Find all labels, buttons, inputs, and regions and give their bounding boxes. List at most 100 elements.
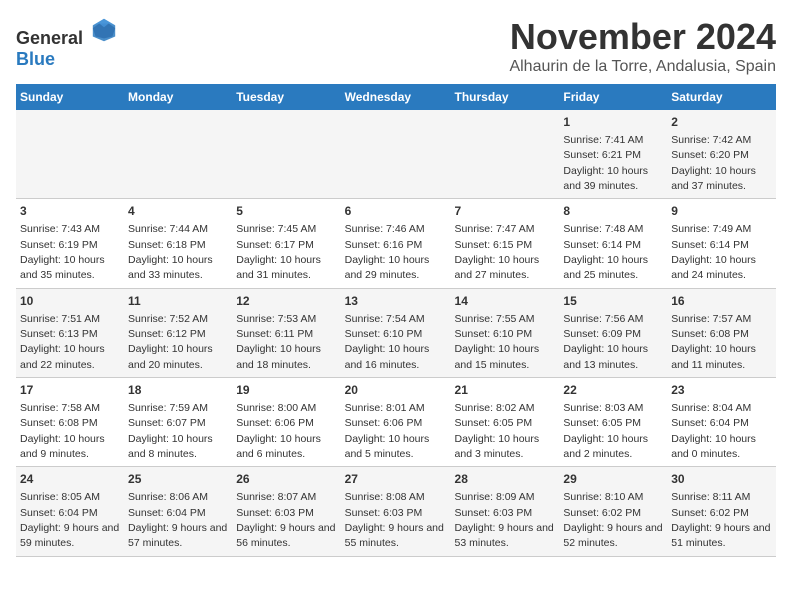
day-number: 3 bbox=[20, 203, 120, 220]
day-cell: 5 Sunrise: 7:45 AM Sunset: 6:17 PM Daylig… bbox=[232, 199, 340, 288]
day-number: 2 bbox=[671, 114, 772, 131]
day-number: 1 bbox=[563, 114, 663, 131]
day-info: Sunrise: 8:07 AM Sunset: 6:03 PM Dayligh… bbox=[236, 491, 335, 549]
day-info: Sunrise: 7:48 AM Sunset: 6:14 PM Dayligh… bbox=[563, 223, 648, 281]
day-cell: 7Sunrise: 7:47 AM Sunset: 6:15 PM Daylig… bbox=[451, 199, 560, 288]
day-info: Sunrise: 8:09 AM Sunset: 6:03 PM Dayligh… bbox=[455, 491, 554, 549]
day-number: 21 bbox=[455, 382, 556, 399]
day-cell: 22 Sunrise: 8:03 AM Sunset: 6:05 PM Dayli… bbox=[559, 378, 667, 467]
day-cell: 23 Sunrise: 8:04 AM Sunset: 6:04 PM Dayli… bbox=[667, 378, 776, 467]
header: General Blue November 2024 Alhaurin de l… bbox=[16, 16, 776, 76]
day-info: Sunrise: 7:55 AM Sunset: 6:10 PM Dayligh… bbox=[455, 313, 540, 371]
day-number: 13 bbox=[345, 293, 447, 310]
day-info: Sunrise: 8:10 AM Sunset: 6:02 PM Dayligh… bbox=[563, 491, 662, 549]
day-number: 5 bbox=[236, 203, 336, 220]
week-row-4: 17 Sunrise: 7:58 AM Sunset: 6:08 PM Dayli… bbox=[16, 378, 776, 467]
day-number: 24 bbox=[20, 471, 120, 488]
logo-blue: Blue bbox=[16, 49, 55, 69]
week-row-1: 1 Sunrise: 7:41 AM Sunset: 6:21 PM Daylig… bbox=[16, 110, 776, 199]
day-number: 30 bbox=[671, 471, 772, 488]
day-cell: 10 Sunrise: 7:51 AM Sunset: 6:13 PM Dayli… bbox=[16, 288, 124, 377]
day-cell: 26 Sunrise: 8:07 AM Sunset: 6:03 PM Dayli… bbox=[232, 467, 340, 556]
day-info: Sunrise: 7:41 AM Sunset: 6:21 PM Dayligh… bbox=[563, 134, 648, 192]
day-cell: 13 Sunrise: 7:54 AM Sunset: 6:10 PM Dayli… bbox=[341, 288, 451, 377]
col-header-tuesday: Tuesday bbox=[232, 84, 340, 110]
day-number: 6 bbox=[345, 203, 447, 220]
day-cell bbox=[341, 110, 451, 199]
day-number: 19 bbox=[236, 382, 336, 399]
day-info: Sunrise: 7:45 AM Sunset: 6:17 PM Dayligh… bbox=[236, 223, 321, 281]
logo-icon bbox=[90, 16, 118, 44]
day-info: Sunrise: 7:58 AM Sunset: 6:08 PM Dayligh… bbox=[20, 402, 105, 460]
day-number: 23 bbox=[671, 382, 772, 399]
day-info: Sunrise: 7:54 AM Sunset: 6:10 PM Dayligh… bbox=[345, 313, 430, 371]
day-cell: 30 Sunrise: 8:11 AM Sunset: 6:02 PM Dayli… bbox=[667, 467, 776, 556]
day-cell: 1 Sunrise: 7:41 AM Sunset: 6:21 PM Daylig… bbox=[559, 110, 667, 199]
day-info: Sunrise: 8:02 AM Sunset: 6:05 PM Dayligh… bbox=[455, 402, 540, 460]
day-number: 22 bbox=[563, 382, 663, 399]
col-header-saturday: Saturday bbox=[667, 84, 776, 110]
day-info: Sunrise: 7:47 AM Sunset: 6:15 PM Dayligh… bbox=[455, 223, 540, 281]
day-number: 20 bbox=[345, 382, 447, 399]
day-info: Sunrise: 8:05 AM Sunset: 6:04 PM Dayligh… bbox=[20, 491, 119, 549]
day-cell: 15Sunrise: 7:56 AM Sunset: 6:09 PM Dayli… bbox=[559, 288, 667, 377]
day-number: 26 bbox=[236, 471, 336, 488]
day-info: Sunrise: 7:53 AM Sunset: 6:11 PM Dayligh… bbox=[236, 313, 321, 371]
day-number: 18 bbox=[128, 382, 228, 399]
day-info: Sunrise: 7:49 AM Sunset: 6:14 PM Dayligh… bbox=[671, 223, 756, 281]
day-number: 14 bbox=[455, 293, 556, 310]
day-number: 16 bbox=[671, 293, 772, 310]
day-number: 27 bbox=[345, 471, 447, 488]
day-number: 8 bbox=[563, 203, 663, 220]
location-title: Alhaurin de la Torre, Andalusia, Spain bbox=[509, 58, 776, 76]
day-info: Sunrise: 7:52 AM Sunset: 6:12 PM Dayligh… bbox=[128, 313, 213, 371]
logo-general: General bbox=[16, 28, 83, 48]
col-header-sunday: Sunday bbox=[16, 84, 124, 110]
title-area: November 2024 Alhaurin de la Torre, Anda… bbox=[509, 16, 776, 76]
col-header-thursday: Thursday bbox=[451, 84, 560, 110]
day-cell: 18Sunrise: 7:59 AM Sunset: 6:07 PM Dayli… bbox=[124, 378, 232, 467]
calendar-table: SundayMondayTuesdayWednesdayThursdayFrid… bbox=[16, 84, 776, 557]
day-info: Sunrise: 8:01 AM Sunset: 6:06 PM Dayligh… bbox=[345, 402, 430, 460]
day-cell: 25Sunrise: 8:06 AM Sunset: 6:04 PM Dayli… bbox=[124, 467, 232, 556]
day-number: 17 bbox=[20, 382, 120, 399]
day-number: 25 bbox=[128, 471, 228, 488]
week-row-3: 10 Sunrise: 7:51 AM Sunset: 6:13 PM Dayli… bbox=[16, 288, 776, 377]
col-header-monday: Monday bbox=[124, 84, 232, 110]
day-cell bbox=[16, 110, 124, 199]
day-number: 28 bbox=[455, 471, 556, 488]
day-cell bbox=[124, 110, 232, 199]
day-cell: 28 Sunrise: 8:09 AM Sunset: 6:03 PM Dayli… bbox=[451, 467, 560, 556]
day-info: Sunrise: 7:56 AM Sunset: 6:09 PM Dayligh… bbox=[563, 313, 648, 371]
day-info: Sunrise: 8:03 AM Sunset: 6:05 PM Dayligh… bbox=[563, 402, 648, 460]
day-info: Sunrise: 7:46 AM Sunset: 6:16 PM Dayligh… bbox=[345, 223, 430, 281]
day-cell: 16 Sunrise: 7:57 AM Sunset: 6:08 PM Dayli… bbox=[667, 288, 776, 377]
day-cell: 2 Sunrise: 7:42 AM Sunset: 6:20 PM Daylig… bbox=[667, 110, 776, 199]
day-info: Sunrise: 8:11 AM Sunset: 6:02 PM Dayligh… bbox=[671, 491, 770, 549]
col-header-friday: Friday bbox=[559, 84, 667, 110]
day-cell: 20 Sunrise: 8:01 AM Sunset: 6:06 PM Dayli… bbox=[341, 378, 451, 467]
column-headers: SundayMondayTuesdayWednesdayThursdayFrid… bbox=[16, 84, 776, 110]
day-number: 9 bbox=[671, 203, 772, 220]
day-info: Sunrise: 7:43 AM Sunset: 6:19 PM Dayligh… bbox=[20, 223, 105, 281]
day-cell: 8 Sunrise: 7:48 AM Sunset: 6:14 PM Daylig… bbox=[559, 199, 667, 288]
day-info: Sunrise: 7:42 AM Sunset: 6:20 PM Dayligh… bbox=[671, 134, 756, 192]
day-cell: 27Sunrise: 8:08 AM Sunset: 6:03 PM Dayli… bbox=[341, 467, 451, 556]
day-cell bbox=[232, 110, 340, 199]
day-cell: 3 Sunrise: 7:43 AM Sunset: 6:19 PM Daylig… bbox=[16, 199, 124, 288]
month-title: November 2024 bbox=[509, 16, 776, 58]
day-cell bbox=[451, 110, 560, 199]
day-info: Sunrise: 7:51 AM Sunset: 6:13 PM Dayligh… bbox=[20, 313, 105, 371]
day-cell: 6 Sunrise: 7:46 AM Sunset: 6:16 PM Daylig… bbox=[341, 199, 451, 288]
day-number: 10 bbox=[20, 293, 120, 310]
logo: General Blue bbox=[16, 16, 118, 70]
day-info: Sunrise: 8:04 AM Sunset: 6:04 PM Dayligh… bbox=[671, 402, 756, 460]
day-number: 29 bbox=[563, 471, 663, 488]
day-number: 4 bbox=[128, 203, 228, 220]
week-row-5: 24 Sunrise: 8:05 AM Sunset: 6:04 PM Dayli… bbox=[16, 467, 776, 556]
day-number: 12 bbox=[236, 293, 336, 310]
day-info: Sunrise: 8:00 AM Sunset: 6:06 PM Dayligh… bbox=[236, 402, 321, 460]
day-info: Sunrise: 7:57 AM Sunset: 6:08 PM Dayligh… bbox=[671, 313, 756, 371]
day-cell: 12 Sunrise: 7:53 AM Sunset: 6:11 PM Dayli… bbox=[232, 288, 340, 377]
day-info: Sunrise: 7:44 AM Sunset: 6:18 PM Dayligh… bbox=[128, 223, 213, 281]
